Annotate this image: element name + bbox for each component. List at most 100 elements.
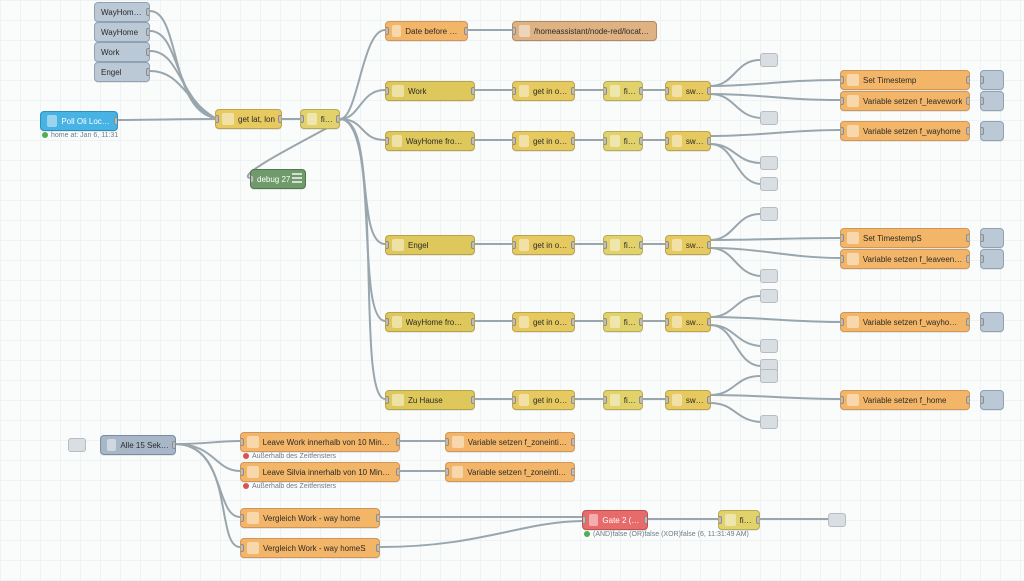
switch-home[interactable]: switch bbox=[665, 390, 711, 410]
link-out[interactable] bbox=[980, 91, 1004, 111]
link-out-stub[interactable] bbox=[760, 369, 778, 383]
pin-icon bbox=[392, 316, 402, 328]
func-compare-wayhome-s[interactable]: Vergleich Work - way homeS bbox=[240, 538, 380, 558]
geofence-wayhome-from-work[interactable]: WayHome from Work bbox=[385, 131, 475, 151]
switch-wfe[interactable]: switch bbox=[665, 312, 711, 332]
swap-icon bbox=[519, 316, 529, 328]
branch-icon bbox=[672, 239, 682, 251]
funnel-icon bbox=[610, 394, 620, 406]
filter-engel[interactable]: filter bbox=[603, 235, 643, 255]
node-label: Variable setzen f_zoneintime bbox=[468, 438, 568, 447]
switch-wfw[interactable]: switch bbox=[665, 131, 711, 151]
func-var-wayhome[interactable]: Variable setzen f_wayhome bbox=[840, 121, 970, 141]
link-out-stub[interactable] bbox=[760, 111, 778, 125]
node-label: Date before payload bbox=[405, 27, 461, 36]
funnel-icon bbox=[610, 239, 620, 251]
function-icon bbox=[247, 436, 259, 448]
clock-icon bbox=[107, 439, 116, 451]
link-out-stub[interactable] bbox=[760, 207, 778, 221]
link-in-stub[interactable] bbox=[68, 438, 86, 452]
switch-engel[interactable]: switch bbox=[665, 235, 711, 255]
func-leave-work-window[interactable]: Leave Work innerhalb von 10 Minuten bbox=[240, 432, 400, 452]
gate-node[interactable]: Gate 2 (Oder) bbox=[582, 510, 648, 530]
inject-button-icon[interactable] bbox=[40, 111, 41, 131]
inject-button-icon[interactable] bbox=[100, 435, 101, 455]
inject-poll-location[interactable]: Poll Oli Location bbox=[40, 111, 118, 131]
node-label: Leave Work innerhalb von 10 Minuten bbox=[263, 438, 393, 447]
flow-canvas[interactable]: { "links": { "wayhomeS": "WayHomeS", "wa… bbox=[0, 0, 1024, 581]
link-out[interactable] bbox=[980, 312, 1004, 332]
node-label: filter bbox=[624, 241, 636, 250]
file-location-txt[interactable]: /homeassistant/node-red/location.txt bbox=[512, 21, 657, 41]
func-set-timestamp[interactable]: Set Timestemp bbox=[840, 70, 970, 90]
func-set-timestamp-s[interactable]: Set TimestempS bbox=[840, 228, 970, 248]
node-label: debug 27 bbox=[257, 175, 290, 184]
filter-main[interactable]: filter bbox=[300, 109, 340, 129]
func-var-fhome[interactable]: Variable setzen f_home bbox=[840, 390, 970, 410]
link-out-stub[interactable] bbox=[760, 415, 778, 429]
link-out-stub[interactable] bbox=[760, 269, 778, 283]
link-out[interactable] bbox=[980, 249, 1004, 269]
filter-wfw[interactable]: filter bbox=[603, 131, 643, 151]
func-var-leavework[interactable]: Variable setzen f_leavework bbox=[840, 91, 970, 111]
toggle-icon bbox=[94, 62, 95, 82]
node-label: Work bbox=[408, 87, 427, 96]
link-in-work[interactable]: Work bbox=[94, 42, 150, 62]
link-out[interactable] bbox=[980, 390, 1004, 410]
change-get-lat-lon[interactable]: get lat, lon bbox=[215, 109, 282, 129]
func-var-leaveengel[interactable]: Variable setzen f_leaveengel bbox=[840, 249, 970, 269]
geofence-wayhome-from-engel[interactable]: WayHome from Engel bbox=[385, 312, 475, 332]
geofence-engel[interactable]: Engel bbox=[385, 235, 475, 255]
link-in-wayhomeS[interactable]: WayHomeS bbox=[94, 2, 150, 22]
link-out-stub[interactable] bbox=[760, 156, 778, 170]
func-date-before-payload[interactable]: Date before payload bbox=[385, 21, 468, 41]
filter-work[interactable]: filter bbox=[603, 81, 643, 101]
change-inout-wfe[interactable]: get in or out bbox=[512, 312, 575, 332]
change-inout-engel[interactable]: get in or out bbox=[512, 235, 575, 255]
func-compare-wayhome[interactable]: Vergleich Work - way home bbox=[240, 508, 380, 528]
link-out[interactable] bbox=[980, 228, 1004, 248]
func-leave-silvia-window[interactable]: Leave Silvia innerhalb von 10 Minuten bbox=[240, 462, 400, 482]
link-in-wayhome[interactable]: WayHome bbox=[94, 22, 150, 42]
status-leave-work: Außerhalb des Zeitfensters bbox=[243, 453, 336, 460]
link-out-stub[interactable] bbox=[760, 339, 778, 353]
toggle-icon bbox=[94, 42, 95, 62]
geofence-zu-hause[interactable]: Zu Hause bbox=[385, 390, 475, 410]
clock-icon bbox=[47, 115, 57, 127]
link-out-stub[interactable] bbox=[760, 53, 778, 67]
node-label: WayHome bbox=[101, 28, 138, 37]
link-out-stub[interactable] bbox=[828, 513, 846, 527]
filter-gate[interactable]: filter bbox=[718, 510, 760, 530]
link-out-stub[interactable] bbox=[760, 289, 778, 303]
node-label: Leave Silvia innerhalb von 10 Minuten bbox=[263, 468, 393, 477]
toggle-icon bbox=[94, 2, 95, 22]
node-label: switch bbox=[686, 241, 704, 250]
link-out[interactable] bbox=[980, 70, 1004, 90]
link-out-stub[interactable] bbox=[760, 177, 778, 191]
status-leave-silvia: Außerhalb des Zeitfensters bbox=[243, 483, 336, 490]
filter-wfe[interactable]: filter bbox=[603, 312, 643, 332]
link-in-engel[interactable]: Engel bbox=[94, 62, 150, 82]
switch-work[interactable]: switch bbox=[665, 81, 711, 101]
func-var-zoneintime-s[interactable]: Variable setzen f_zoneintimeS bbox=[445, 462, 575, 482]
func-var-zoneintime[interactable]: Variable setzen f_zoneintime bbox=[445, 432, 575, 452]
node-label: filter bbox=[624, 87, 636, 96]
node-label: filter bbox=[321, 115, 333, 124]
node-label: Vergleich Work - way homeS bbox=[263, 544, 366, 553]
filter-home[interactable]: filter bbox=[603, 390, 643, 410]
node-label: Variable setzen f_zoneintimeS bbox=[467, 468, 568, 477]
funnel-icon bbox=[725, 514, 736, 526]
inject-every-15s[interactable]: Alle 15 Sekunden bbox=[100, 435, 176, 455]
debug-node[interactable]: debug 27 bbox=[250, 169, 306, 189]
change-inout-work[interactable]: get in or out bbox=[512, 81, 575, 101]
function-icon bbox=[247, 542, 259, 554]
change-inout-wfw[interactable]: get in or out bbox=[512, 131, 575, 151]
function-icon bbox=[247, 512, 259, 524]
geofence-work[interactable]: Work bbox=[385, 81, 475, 101]
swap-icon bbox=[519, 85, 529, 97]
link-out[interactable] bbox=[980, 121, 1004, 141]
function-icon bbox=[847, 253, 859, 265]
func-var-wayhome-s[interactable]: Variable setzen f_wayhomeS bbox=[840, 312, 970, 332]
node-label: Variable setzen f_leavework bbox=[863, 97, 962, 106]
change-inout-home[interactable]: get in or out bbox=[512, 390, 575, 410]
